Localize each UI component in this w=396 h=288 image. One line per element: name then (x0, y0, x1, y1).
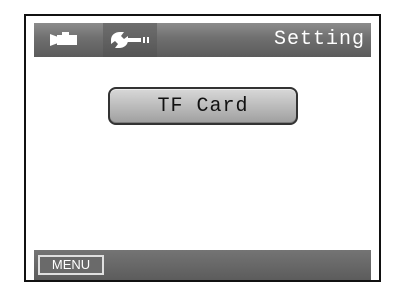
settings-tab[interactable] (103, 23, 157, 57)
wrench-icon (111, 32, 149, 48)
video-camera-icon (50, 32, 77, 46)
tf-card-label: TF Card (157, 94, 249, 118)
device-screen: Setting TF Card MENU (24, 14, 381, 282)
settings-content: TF Card (34, 57, 371, 250)
tf-card-option[interactable]: TF Card (108, 87, 298, 125)
top-status-bar: Setting (34, 23, 371, 57)
bottom-bar: MENU (34, 250, 371, 280)
video-mode-tab[interactable] (44, 23, 86, 57)
menu-button[interactable]: MENU (38, 255, 104, 275)
screen-title: Setting (273, 28, 365, 51)
